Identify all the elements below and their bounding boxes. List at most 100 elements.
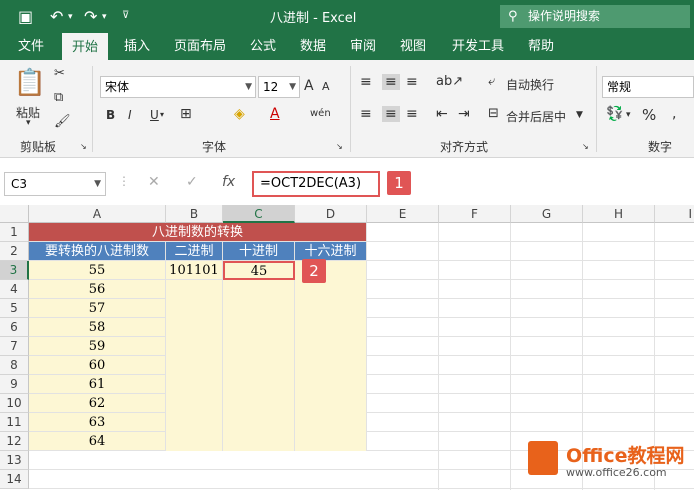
insert-function-icon[interactable]: fx (222, 174, 235, 190)
tab-review[interactable]: 审阅 (340, 33, 386, 60)
paste-icon[interactable]: 📋 (12, 68, 48, 98)
tab-data[interactable]: 数据 (290, 33, 336, 60)
wrap-text-button[interactable]: 自动换行 (506, 76, 554, 93)
alignment-launcher-icon[interactable]: ↘ (582, 142, 589, 151)
align-center-icon[interactable]: ≡ (382, 106, 400, 122)
align-right-icon[interactable]: ≡ (406, 106, 418, 122)
phonetic-icon[interactable]: wén (310, 108, 331, 119)
underline-button[interactable]: U (150, 108, 159, 122)
undo-dropdown-icon[interactable]: ▾ (68, 12, 73, 22)
column-header-a[interactable]: A (29, 205, 166, 223)
tell-me-search[interactable]: ⚲ 操作说明搜索 (500, 5, 690, 28)
align-bottom-icon[interactable]: ≡ (406, 74, 418, 90)
format-painter-icon[interactable]: 🖌 (54, 114, 71, 129)
select-all-corner[interactable] (0, 205, 29, 223)
column-header-b[interactable]: B (166, 205, 223, 223)
clipboard-launcher-icon[interactable]: ↘ (80, 142, 87, 151)
header-cell-b[interactable]: 二进制 (166, 242, 223, 261)
row-header-2[interactable]: 2 (0, 242, 29, 261)
comma-icon[interactable]: , (672, 106, 676, 122)
tab-file[interactable]: 文件 (8, 33, 54, 60)
wrap-text-icon[interactable]: ⤶ (488, 74, 495, 89)
font-launcher-icon[interactable]: ↘ (336, 142, 343, 151)
tab-developer[interactable]: 开发工具 (442, 33, 514, 60)
header-cell-c[interactable]: 十进制 (223, 242, 295, 261)
formula-input[interactable]: =OCT2DEC(A3) (252, 171, 380, 197)
currency-icon[interactable]: 💱 (606, 106, 623, 122)
data-cell-a9[interactable]: 61 (29, 375, 166, 394)
data-cell-a12[interactable]: 64 (29, 432, 166, 451)
data-cell-a6[interactable]: 58 (29, 318, 166, 337)
align-left-icon[interactable]: ≡ (360, 106, 372, 122)
row-header-12[interactable]: 12 (0, 432, 29, 451)
merge-center-button[interactable]: 合并后居中 (506, 108, 566, 125)
data-cell-a4[interactable]: 56 (29, 280, 166, 299)
row-header-11[interactable]: 11 (0, 413, 29, 432)
orientation-icon[interactable]: ab↗ (436, 74, 463, 89)
data-cell-a7[interactable]: 59 (29, 337, 166, 356)
customize-toolbar-icon[interactable]: ⊽ (122, 10, 129, 21)
data-cell-c3[interactable]: 45 (223, 261, 295, 280)
italic-button[interactable]: I (128, 108, 132, 122)
font-size-select[interactable]: 12 ▼ (258, 76, 300, 98)
enter-icon[interactable]: ✓ (186, 174, 198, 190)
tab-help[interactable]: 帮助 (518, 33, 564, 60)
increase-font-icon[interactable]: A (304, 78, 314, 94)
redo-dropdown-icon[interactable]: ▾ (102, 12, 107, 22)
row-header-10[interactable]: 10 (0, 394, 29, 413)
row-header-9[interactable]: 9 (0, 375, 29, 394)
row-header-8[interactable]: 8 (0, 356, 29, 375)
paste-dropdown-icon[interactable]: ▾ (26, 118, 31, 128)
align-middle-icon[interactable]: ≡ (382, 74, 400, 90)
bold-button[interactable]: B (106, 108, 115, 122)
tab-home[interactable]: 开始 (62, 33, 109, 60)
row-header-14[interactable]: 14 (0, 470, 29, 489)
number-format-select[interactable]: 常规 (602, 76, 694, 98)
row-header-3[interactable]: 3 (0, 261, 29, 280)
merge-dropdown-icon[interactable]: ▼ (576, 110, 583, 120)
data-cell-a3[interactable]: 55 (29, 261, 166, 280)
copy-icon[interactable]: ⧉ (54, 90, 63, 105)
cancel-icon[interactable]: ✕ (148, 174, 160, 190)
merge-icon[interactable]: ⊟ (488, 106, 499, 121)
data-cell-a5[interactable]: 57 (29, 299, 166, 318)
name-box[interactable]: C3 ▼ (4, 172, 106, 196)
borders-icon[interactable]: ⊞ (180, 106, 192, 122)
font-name-select[interactable]: 宋体 ▼ (100, 76, 256, 98)
row-header-1[interactable]: 1 (0, 223, 29, 242)
cut-icon[interactable]: ✂ (54, 66, 65, 81)
underline-dropdown-icon[interactable]: ▾ (160, 110, 164, 119)
row-header-7[interactable]: 7 (0, 337, 29, 356)
data-cell-a11[interactable]: 63 (29, 413, 166, 432)
column-header-i[interactable]: I (655, 205, 694, 223)
column-header-g[interactable]: G (511, 205, 583, 223)
row-header-4[interactable]: 4 (0, 280, 29, 299)
tab-insert[interactable]: 插入 (114, 33, 160, 60)
font-color-icon[interactable]: A (270, 106, 280, 122)
redo-icon[interactable]: ↷ (84, 7, 97, 26)
currency-dropdown-icon[interactable]: ▾ (626, 110, 631, 120)
decrease-indent-icon[interactable]: ⇤ (436, 106, 448, 122)
tab-view[interactable]: 视图 (390, 33, 436, 60)
save-icon[interactable]: ▣ (18, 7, 33, 26)
percent-button[interactable]: % (642, 106, 656, 124)
column-header-e[interactable]: E (367, 205, 439, 223)
data-cell-a8[interactable]: 60 (29, 356, 166, 375)
align-top-icon[interactable]: ≡ (360, 74, 372, 90)
row-header-13[interactable]: 13 (0, 451, 29, 470)
column-header-f[interactable]: F (439, 205, 511, 223)
tab-page-layout[interactable]: 页面布局 (164, 33, 236, 60)
data-cell-a10[interactable]: 62 (29, 394, 166, 413)
sheet-title-cell[interactable]: 八进制数的转换 (29, 223, 367, 242)
header-cell-a[interactable]: 要转换的八进制数 (29, 242, 166, 261)
tab-formulas[interactable]: 公式 (240, 33, 286, 60)
increase-indent-icon[interactable]: ⇥ (458, 106, 470, 122)
row-header-5[interactable]: 5 (0, 299, 29, 318)
data-cell-b3[interactable]: 101101 (166, 261, 223, 280)
column-header-c[interactable]: C (223, 205, 295, 223)
column-header-d[interactable]: D (295, 205, 367, 223)
column-header-h[interactable]: H (583, 205, 655, 223)
decrease-font-icon[interactable]: A (322, 80, 330, 93)
fill-color-icon[interactable]: ◈ (234, 106, 245, 122)
row-header-6[interactable]: 6 (0, 318, 29, 337)
